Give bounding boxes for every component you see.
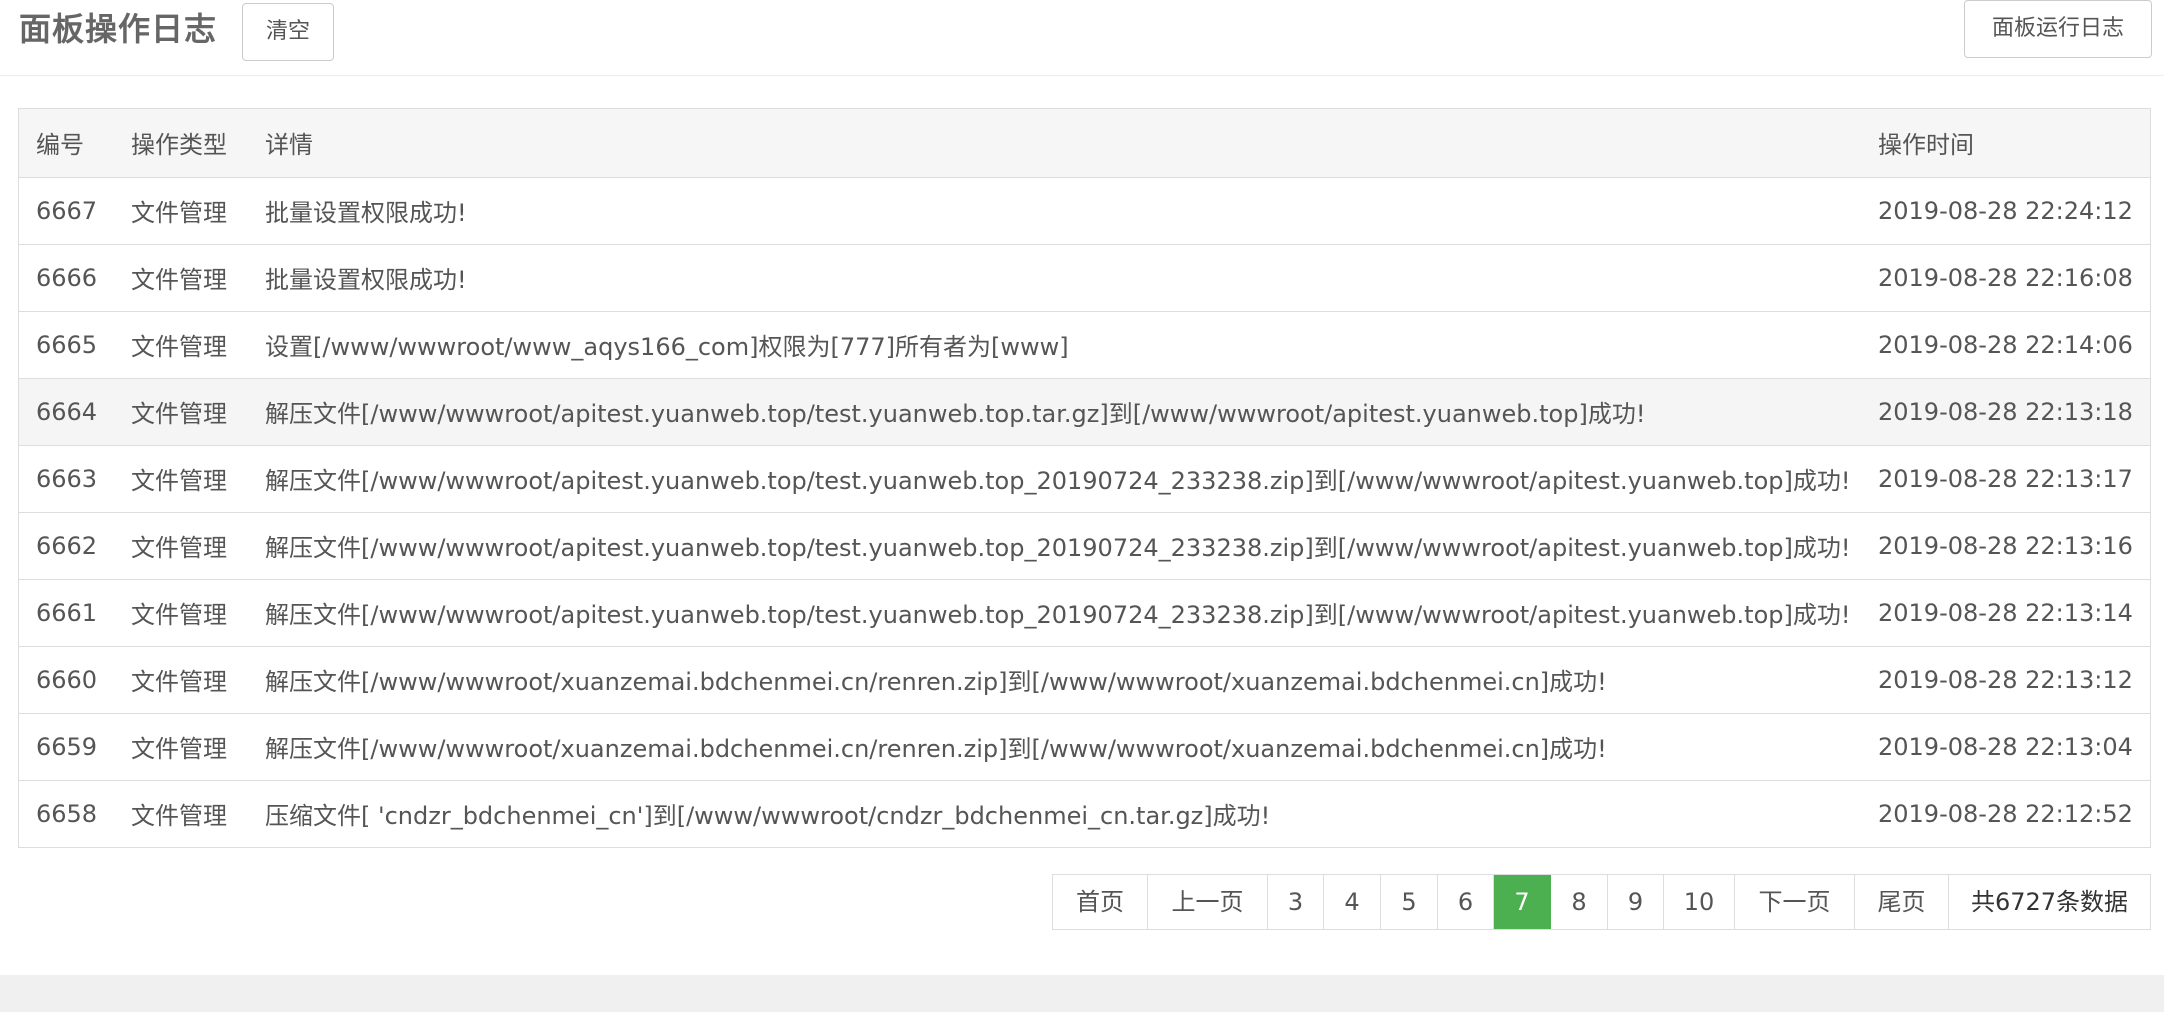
total-count: 共6727条数据 — [1949, 875, 2151, 929]
table-row: 6661 文件管理 解压文件[/www/wwwroot/apitest.yuan… — [19, 578, 2150, 646]
panel-log-page: 面板操作日志 清空 面板运行日志 编号 操作类型 详情 操作时间 6667 文件… — [0, 0, 2164, 1012]
cell-id: 6663 — [19, 444, 131, 512]
page-link-10[interactable]: 10 — [1664, 875, 1735, 929]
cell-time: 2019-08-28 22:13:18 — [1878, 377, 2150, 445]
cell-time: 2019-08-28 22:14:06 — [1878, 310, 2150, 378]
cell-detail: 解压文件[/www/wwwroot/xuanzemai.bdchenmei.cn… — [265, 645, 1878, 713]
last-page-link[interactable]: 尾页 — [1855, 875, 1949, 929]
cell-id: 6667 — [19, 176, 131, 244]
table-header-row: 编号 操作类型 详情 操作时间 — [19, 109, 2150, 177]
cell-detail: 设置[/www/wwwroot/www_aqys166_com]权限为[777]… — [265, 310, 1878, 378]
cell-detail: 解压文件[/www/wwwroot/apitest.yuanweb.top/te… — [265, 377, 1878, 445]
page-link-6[interactable]: 6 — [1438, 875, 1494, 929]
page-link-9[interactable]: 9 — [1608, 875, 1664, 929]
cell-type: 文件管理 — [131, 712, 265, 780]
cell-detail: 解压文件[/www/wwwroot/apitest.yuanweb.top/te… — [265, 578, 1878, 646]
page-link-3[interactable]: 3 — [1268, 875, 1324, 929]
page-link-5[interactable]: 5 — [1381, 875, 1438, 929]
cell-type: 文件管理 — [131, 779, 265, 847]
cell-time: 2019-08-28 22:13:12 — [1878, 645, 2150, 713]
cell-detail: 解压文件[/www/wwwroot/xuanzemai.bdchenmei.cn… — [265, 712, 1878, 780]
clear-button[interactable]: 清空 — [242, 3, 334, 61]
cell-detail: 解压文件[/www/wwwroot/apitest.yuanweb.top/te… — [265, 444, 1878, 512]
page-link-8[interactable]: 8 — [1551, 875, 1608, 929]
column-header-detail: 详情 — [265, 109, 1878, 177]
table-row: 6663 文件管理 解压文件[/www/wwwroot/apitest.yuan… — [19, 444, 2150, 512]
cell-type: 文件管理 — [131, 444, 265, 512]
table-row: 6658 文件管理 压缩文件[ 'cndzr_bdchenmei_cn']到[/… — [19, 779, 2150, 847]
cell-time: 2019-08-28 22:13:17 — [1878, 444, 2150, 512]
page-header: 面板操作日志 清空 面板运行日志 — [0, 0, 2164, 76]
cell-type: 文件管理 — [131, 645, 265, 713]
cell-id: 6661 — [19, 578, 131, 646]
table-row: 6667 文件管理 批量设置权限成功! 2019-08-28 22:24:12 — [19, 176, 2150, 244]
pagination: 首页 上一页 3 4 5 6 7 8 9 10 下一页 尾页 共6727条数据 — [1052, 874, 2151, 930]
table-row: 6664 文件管理 解压文件[/www/wwwroot/apitest.yuan… — [19, 377, 2150, 445]
table-row: 6666 文件管理 批量设置权限成功! 2019-08-28 22:16:08 — [19, 243, 2150, 311]
cell-time: 2019-08-28 22:13:14 — [1878, 578, 2150, 646]
cell-type: 文件管理 — [131, 243, 265, 311]
page-link-7-current[interactable]: 7 — [1494, 875, 1551, 929]
table-row: 6660 文件管理 解压文件[/www/wwwroot/xuanzemai.bd… — [19, 645, 2150, 713]
cell-type: 文件管理 — [131, 377, 265, 445]
cell-detail: 解压文件[/www/wwwroot/apitest.yuanweb.top/te… — [265, 511, 1878, 579]
cell-type: 文件管理 — [131, 310, 265, 378]
cell-id: 6659 — [19, 712, 131, 780]
cell-detail: 批量设置权限成功! — [265, 176, 1878, 244]
column-header-type: 操作类型 — [131, 109, 265, 177]
first-page-link[interactable]: 首页 — [1053, 875, 1148, 929]
cell-id: 6666 — [19, 243, 131, 311]
cell-type: 文件管理 — [131, 176, 265, 244]
cell-type: 文件管理 — [131, 578, 265, 646]
log-table: 编号 操作类型 详情 操作时间 6667 文件管理 批量设置权限成功! 2019… — [19, 109, 2150, 847]
cell-detail: 压缩文件[ 'cndzr_bdchenmei_cn']到[/www/wwwroo… — [265, 779, 1878, 847]
cell-id: 6658 — [19, 779, 131, 847]
table-row: 6659 文件管理 解压文件[/www/wwwroot/xuanzemai.bd… — [19, 712, 2150, 780]
table-row: 6665 文件管理 设置[/www/wwwroot/www_aqys166_co… — [19, 310, 2150, 378]
cell-type: 文件管理 — [131, 511, 265, 579]
prev-page-link[interactable]: 上一页 — [1148, 875, 1268, 929]
cell-time: 2019-08-28 22:12:52 — [1878, 779, 2150, 847]
cell-time: 2019-08-28 22:24:12 — [1878, 176, 2150, 244]
table-row: 6662 文件管理 解压文件[/www/wwwroot/apitest.yuan… — [19, 511, 2150, 579]
footer-band — [0, 975, 2164, 1012]
cell-id: 6662 — [19, 511, 131, 579]
page-title: 面板操作日志 — [19, 10, 218, 48]
cell-id: 6660 — [19, 645, 131, 713]
cell-id: 6665 — [19, 310, 131, 378]
cell-detail: 批量设置权限成功! — [265, 243, 1878, 311]
cell-id: 6664 — [19, 377, 131, 445]
page-link-4[interactable]: 4 — [1324, 875, 1381, 929]
cell-time: 2019-08-28 22:13:04 — [1878, 712, 2150, 780]
column-header-id: 编号 — [19, 109, 131, 177]
column-header-time: 操作时间 — [1878, 109, 2150, 177]
log-table-container: 编号 操作类型 详情 操作时间 6667 文件管理 批量设置权限成功! 2019… — [18, 108, 2151, 848]
cell-time: 2019-08-28 22:13:16 — [1878, 511, 2150, 579]
next-page-link[interactable]: 下一页 — [1735, 875, 1855, 929]
cell-time: 2019-08-28 22:16:08 — [1878, 243, 2150, 311]
panel-run-log-button[interactable]: 面板运行日志 — [1964, 0, 2152, 58]
